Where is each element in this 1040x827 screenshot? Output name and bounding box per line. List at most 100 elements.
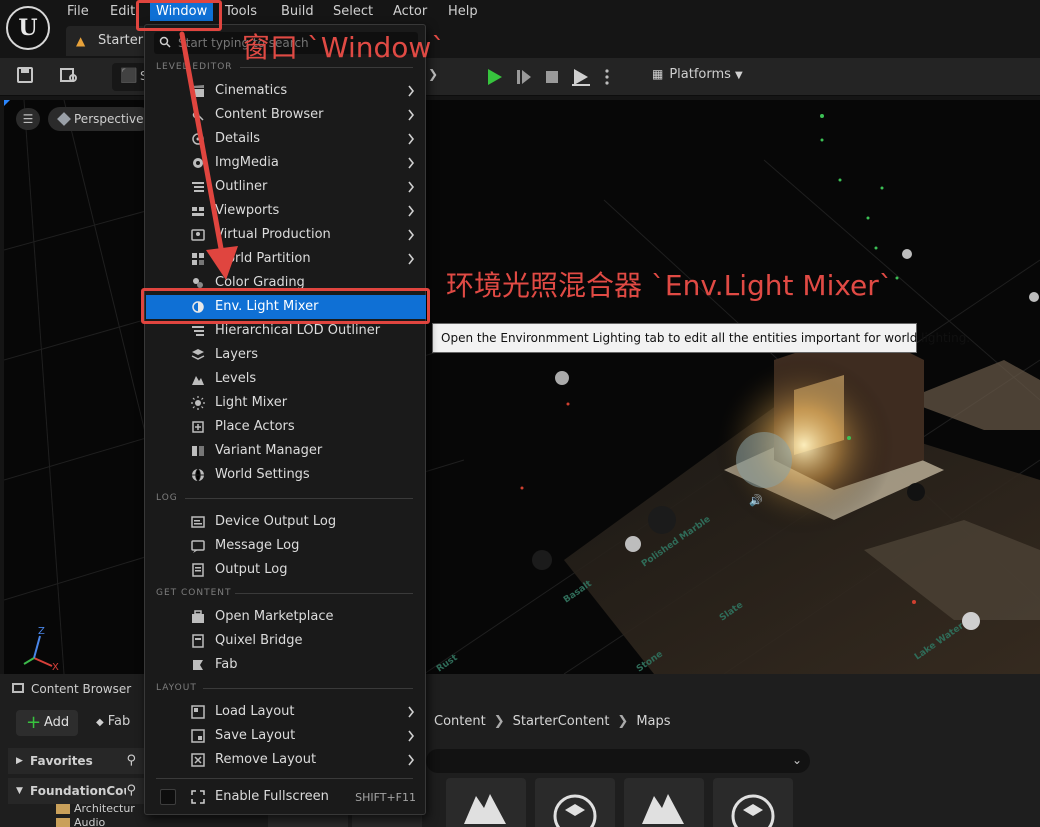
menu-item-place-actors[interactable]: Place Actors (146, 415, 426, 439)
mode-selector[interactable]: ⬛ S (112, 63, 148, 91)
folder-architecture[interactable]: Architectur (56, 802, 135, 815)
add-button[interactable]: + Add (16, 710, 78, 736)
asset-tile[interactable] (624, 778, 704, 827)
chevron-down-icon[interactable]: ❯ (428, 67, 438, 81)
menu-item-enable-fullscreen[interactable]: Enable Fullscreen SHIFT+F11 (146, 785, 426, 809)
plus-icon: + (26, 712, 42, 733)
menu-item-imgmedia[interactable]: ImgMedia (146, 151, 426, 175)
menu-build[interactable]: Build (281, 3, 314, 21)
menu-item-levels[interactable]: Levels (146, 367, 426, 391)
menu-item-cinematics[interactable]: Cinematics (146, 79, 426, 103)
world-settings-icon (192, 468, 204, 482)
menu-item-label: Device Output Log (215, 514, 337, 529)
asset-tile[interactable] (446, 778, 526, 827)
level-asset-icon (642, 794, 684, 824)
breadcrumb-starter-content[interactable]: StarterContent (513, 714, 610, 729)
fab-button[interactable]: ◆ Fab (96, 714, 130, 729)
menu-item-remove-layout[interactable]: Remove Layout (146, 748, 426, 772)
level-tab-label: StarterM (98, 33, 146, 48)
menu-item-outliner[interactable]: Outliner (146, 175, 426, 199)
menu-select[interactable]: Select (333, 3, 373, 21)
stop-icon[interactable] (542, 67, 562, 87)
shortcut-label: SHIFT+F11 (355, 791, 416, 804)
asset-filter-dropdown[interactable]: ⌄ (426, 749, 810, 773)
quixel-bridge-icon (192, 634, 204, 648)
menu-item-viewports[interactable]: Viewports (146, 199, 426, 223)
level-tab[interactable]: ▲ StarterM (66, 26, 146, 56)
section-divider (156, 778, 413, 779)
menu-item-save-layout[interactable]: Save Layout (146, 724, 426, 748)
folder-audio[interactable]: Audio (56, 816, 105, 827)
play-controls (478, 63, 624, 91)
menu-item-load-layout[interactable]: Load Layout (146, 700, 426, 724)
chevron-right-icon (408, 109, 415, 121)
menu-item-virtual-production[interactable]: Virtual Production (146, 223, 426, 247)
menu-item-message-log[interactable]: Message Log (146, 534, 426, 558)
favorites-section[interactable]: ▶ Favorites ⚲ (8, 748, 144, 774)
clapperboard-icon (192, 85, 204, 97)
menu-item-fab[interactable]: Fab (146, 653, 426, 677)
search-icon[interactable]: ⚲ (126, 778, 136, 804)
menu-file[interactable]: File (67, 3, 89, 21)
menu-actor[interactable]: Actor (393, 3, 427, 21)
platforms-icon: ▦ (652, 67, 664, 81)
menu-tools[interactable]: Tools (225, 3, 257, 21)
more-options-icon[interactable] (602, 67, 612, 87)
play-icon[interactable] (484, 67, 504, 87)
breadcrumb-content[interactable]: Content (434, 714, 486, 729)
foundation-section[interactable]: ▼ FoundationCou ⚲ (8, 778, 144, 804)
perspective-button[interactable]: Perspective (48, 107, 152, 131)
menu-item-details[interactable]: Details (146, 127, 426, 151)
hlod-outliner-icon (192, 326, 204, 336)
menu-item-device-output-log[interactable]: Device Output Log (146, 510, 426, 534)
menu-item-light-mixer[interactable]: Light Mixer (146, 391, 426, 415)
chevron-down-icon: ⌄ (791, 753, 802, 767)
menu-item-output-log[interactable]: Output Log (146, 558, 426, 582)
menu-item-label: Variant Manager (215, 443, 323, 458)
search-icon[interactable]: ⚲ (126, 748, 136, 774)
menu-item-world-settings[interactable]: World Settings (146, 463, 426, 487)
menu-item-open-marketplace[interactable]: Open Marketplace (146, 605, 426, 629)
breadcrumb-maps[interactable]: Maps (636, 714, 670, 729)
menu-edit[interactable]: Edit (110, 3, 135, 21)
message-log-icon (191, 540, 205, 553)
step-icon[interactable] (514, 67, 534, 87)
axis-gizmo: X Z (23, 626, 59, 670)
menu-item-label: Cinematics (215, 83, 288, 98)
unreal-logo-icon[interactable]: U (6, 6, 50, 50)
menu-item-label: Light Mixer (215, 395, 288, 410)
menu-help[interactable]: Help (448, 3, 478, 21)
menu-item-layers[interactable]: Layers (146, 343, 426, 367)
section-label-log: LOG (156, 493, 178, 503)
content-browser-tab[interactable]: Content Browser (6, 680, 144, 702)
floor-label-rust: Rust (435, 653, 460, 674)
foundation-label: FoundationCou (30, 784, 132, 798)
mesh-asset-icon (731, 794, 775, 827)
menu-item-quixel-bridge[interactable]: Quixel Bridge (146, 629, 426, 653)
audio-source-icon: 🔊 (749, 493, 763, 507)
window-callout-text: 窗口 `Window` (242, 31, 446, 64)
menu-item-content-browser[interactable]: Content Browser (146, 103, 426, 127)
chevron-right-icon (408, 133, 415, 145)
platforms-menu[interactable]: ▦ Platforms ▼ (652, 67, 743, 82)
viewport-options-button[interactable]: ☰ (16, 108, 40, 130)
menu-item-world-partition[interactable]: World Partition (146, 247, 426, 271)
asset-tile[interactable] (535, 778, 615, 827)
fullscreen-checkbox[interactable] (160, 789, 176, 805)
chevron-right-icon (408, 85, 415, 97)
menu-item-label: Load Layout (215, 704, 295, 719)
eject-icon[interactable] (570, 67, 592, 87)
menu-item-label: Place Actors (215, 419, 295, 434)
menu-item-label: Layers (215, 347, 259, 362)
chevron-right-icon (408, 229, 415, 241)
remove-layout-icon (191, 753, 205, 767)
browse-level-icon[interactable] (58, 66, 80, 88)
fab-icon: ◆ (96, 717, 104, 728)
virtual-production-icon (191, 229, 205, 241)
content-browser-icon (12, 683, 24, 693)
save-icon[interactable] (14, 66, 36, 88)
menu-item-variant-manager[interactable]: Variant Manager (146, 439, 426, 463)
asset-tile[interactable] (713, 778, 793, 827)
platforms-label: Platforms (669, 67, 731, 82)
light-mixer-icon (191, 396, 205, 410)
